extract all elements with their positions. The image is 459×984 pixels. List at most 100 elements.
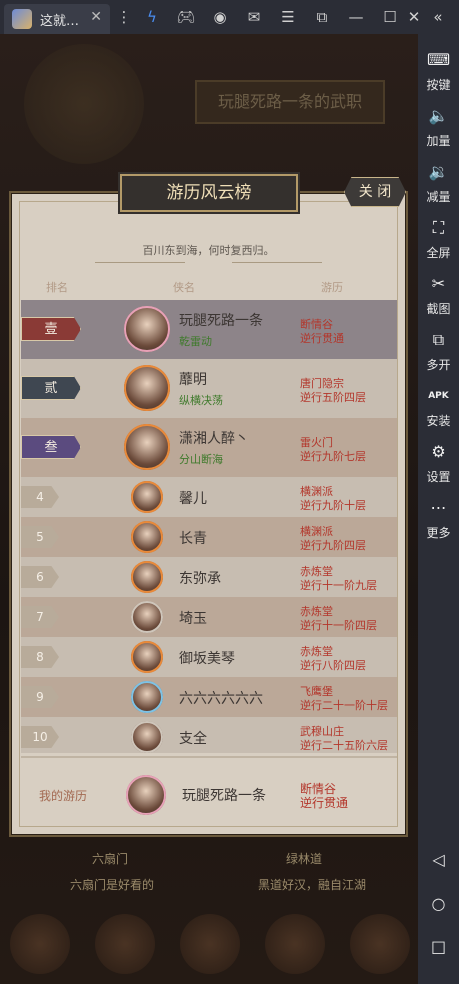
bolt-icon[interactable]: ϟ [142,7,162,27]
hero-name: 六六六六六六 [179,691,263,707]
ranking-row[interactable]: 9 六六六六六六 飞鹰堡 逆行二十一阶十层 [21,677,397,717]
hero-name: 馨儿 [179,491,207,507]
recents-nav-icon[interactable]: □ [418,937,459,956]
sidebar-item-6[interactable]: APK 安装 [418,386,459,429]
sidebar-item-3[interactable]: ⛶ 全屏 [418,218,459,261]
sidebar-item-4[interactable]: ✂ 截图 [418,274,459,317]
sidebar-item-7[interactable]: ⚙ 设置 [418,442,459,485]
fullscreen-icon: ⛶ [432,218,445,237]
ranking-row[interactable]: 4 馨儿 横渊派 逆行九阶十层 [21,477,397,517]
ranking-row[interactable]: 叁潇湘人醉丶 分山断海 雷火门 逆行九阶七层 [21,418,397,477]
hero-name: 东弥承 [179,571,221,587]
modal-title: 游历风云榜 [120,174,298,212]
ranking-row[interactable]: 6 东弥承 赤炼堂 逆行十一阶九层 [21,557,397,597]
ranking-row[interactable]: 5 长青 横渊派 逆行九阶四层 [21,517,397,557]
gear-icon: ⚙ [431,442,446,461]
avatar[interactable] [131,521,163,553]
my-progress: 逆行贯通 [300,796,349,810]
avatar[interactable] [131,721,163,753]
sidebar-item-label: 更多 [426,526,451,540]
hero-name: 玩腿死路一条 [179,313,263,329]
multi-instance-icon: ⧉ [432,330,445,349]
avatar[interactable] [131,681,163,713]
apk-install-icon: APK [428,391,449,401]
rank-badge: 贰 [21,376,81,400]
tab-title: 这就… [40,13,80,29]
sidebar-item-label: 多开 [426,358,451,372]
emulator-titlebar: 这就… ✕ ⋮ ϟ 🎮︎ ◉ ✉ ☰ ⧉ — ☐ ✕ « [0,0,459,34]
avatar[interactable] [124,306,170,352]
avatar[interactable] [131,561,163,593]
my-name: 玩腿死路一条 [182,788,266,804]
more-dots-icon: ⋯ [430,498,447,517]
mail-icon[interactable]: ✉ [244,7,264,27]
home-nav-icon[interactable]: ○ [418,894,459,913]
ranking-row[interactable]: 贰蘼明 纵横决荡 唐门隐宗 逆行五阶四层 [21,359,397,418]
sidebar-item-8[interactable]: ⋯ 更多 [418,498,459,541]
rank-badge: 6 [21,566,59,588]
hero-skill: 纵横决荡 [179,394,223,407]
hero-name: 支全 [179,731,207,747]
menu-icon[interactable]: ☰ [278,7,298,27]
travel-progress: 逆行五阶四层 [300,391,366,404]
hero-name: 蘼明 [179,372,207,388]
tab-close-icon[interactable]: ✕ [90,9,102,25]
subtitle-divider-right [232,262,322,263]
header-travel: 游历 [321,281,343,294]
minimize-icon[interactable]: — [346,7,366,27]
volume-up-icon: 🔈 [428,106,449,125]
rank-badge: 9 [21,686,59,708]
sidebar-item-label: 加量 [426,134,451,148]
ranking-row[interactable]: 壹玩腿死路一条 乾雷动 断情谷 逆行贯通 [21,300,397,359]
hero-name: 潇湘人醉丶 [179,431,249,447]
my-record-divider [21,756,397,758]
ranking-row[interactable]: 10 支全 武穆山庄 逆行二十五阶六层 [21,717,397,753]
sidebar-item-1[interactable]: 🔈 加量 [418,106,459,149]
more-vert-icon[interactable]: ⋮ [114,7,134,27]
sidebar-item-label: 减量 [426,190,451,204]
modal-subtitle: 百川东到海，何时复西归。 [142,244,275,257]
sidebar-item-label: 按键 [426,78,451,92]
app-tab[interactable]: 这就… ✕ [4,4,110,34]
avatar[interactable] [131,601,163,633]
app-icon [12,9,32,29]
avatar[interactable] [131,641,163,673]
gamepad-icon[interactable]: 🎮︎ [176,7,196,27]
close-button[interactable]: 关 闭 [344,177,406,207]
rank-badge: 4 [21,486,59,508]
ranking-row[interactable]: 8 御坂美琴 赤炼堂 逆行八阶四层 [21,637,397,677]
back-nav-icon[interactable]: ◁ [418,850,459,869]
my-avatar[interactable] [126,775,166,815]
game-logo [24,44,144,164]
sidebar-item-0[interactable]: ⌨ 按键 [418,50,459,93]
subtitle-divider-left [95,262,185,263]
avatar[interactable] [131,481,163,513]
rank-badge: 叁 [21,435,81,459]
rank-badge: 壹 [21,317,81,341]
rank-badge: 5 [21,526,59,548]
ranking-row[interactable]: 7 埼玉 赤炼堂 逆行十一阶四层 [21,597,397,637]
sidebar-item-5[interactable]: ⧉ 多开 [418,330,459,373]
emulator-sidebar: ⌨ 按键 🔈 加量 🔉 减量 ⛶ 全屏 ✂ 截图 ⧉ 多开 APK 安装 ⚙ 设置 ⋯ 更多 ◁ ○ □ [418,34,459,984]
sidebar-item-label: 设置 [426,470,451,484]
hero-skill: 分山断海 [179,453,223,466]
bg-nav-4 [265,914,325,974]
travel-progress: 逆行八阶四层 [300,659,366,672]
collapse-icon[interactable]: « [428,7,448,27]
sidebar-item-2[interactable]: 🔉 减量 [418,162,459,205]
rank-badge: 10 [21,726,59,748]
bg-nav-1 [10,914,70,974]
maximize-icon[interactable]: ☐ [380,7,400,27]
avatar[interactable] [124,424,170,470]
account-icon[interactable]: ◉ [210,7,230,27]
travel-progress: 逆行十一阶四层 [300,619,377,632]
travel-progress: 逆行贯通 [300,332,344,345]
travel-progress: 逆行二十一阶十层 [300,699,388,712]
close-icon[interactable]: ✕ [404,7,424,27]
bg-label-3: 六扇门是好看的 [70,878,155,892]
bg-nav-5 [350,914,410,974]
avatar[interactable] [124,365,170,411]
bg-nav-3 [180,914,240,974]
popout-icon[interactable]: ⧉ [312,7,332,27]
rank-badge: 8 [21,646,59,668]
